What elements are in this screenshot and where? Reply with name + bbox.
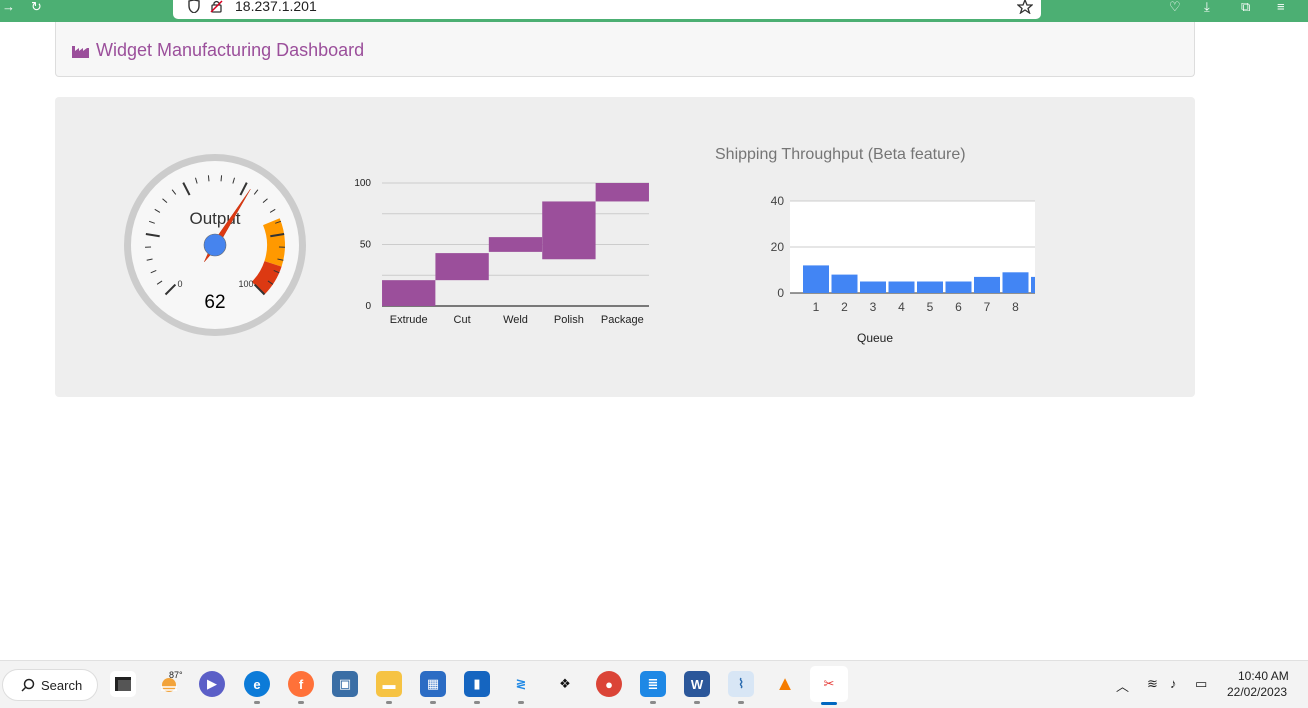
url-text[interactable]: 18.237.1.201: [235, 0, 317, 14]
y-tick-label: 20: [771, 240, 785, 254]
gauge-minor-tick: [220, 175, 223, 182]
throughput-bar: [888, 281, 915, 293]
throughput-bar: [917, 281, 943, 293]
remote-desktop-icon[interactable]: ▣: [332, 671, 358, 697]
taskbar-search[interactable]: Search: [2, 669, 98, 701]
volume-icon[interactable]: ♪: [1170, 676, 1177, 691]
teams-chat-icon[interactable]: ▶: [199, 671, 225, 697]
y-tick-label: 100: [354, 178, 371, 189]
waterfall-bar: [542, 201, 596, 260]
throughput-bar: [803, 265, 829, 293]
x-tick-label: 4: [898, 300, 905, 314]
waterfall-bar: [488, 237, 543, 252]
dashboard-header: Widget Manufacturing Dashboard: [55, 22, 1195, 77]
insecure-lock-icon[interactable]: [210, 0, 223, 13]
gauge-hub: [203, 233, 227, 257]
dropbox-icon[interactable]: ❖: [552, 671, 578, 697]
shield-icon[interactable]: [187, 0, 201, 13]
reload-icon[interactable]: ↻: [31, 0, 42, 14]
dashboard-panel: Output 0 100 62 0 50 100 Extrude Cut Weld Poli…: [55, 97, 1195, 397]
vscode-icon[interactable]: ≷: [508, 671, 534, 697]
running-indicator: [430, 701, 436, 704]
edge-icon[interactable]: e: [244, 671, 270, 697]
task-view-icon[interactable]: [110, 671, 136, 697]
running-indicator: [298, 701, 304, 704]
taskbar: Search 87° ▶ e f ▣ ▬ ▦ ▮ ≷ ❖ ● ≣ W ⌇ ▲ ✂…: [0, 660, 1308, 708]
snipping-tool-icon[interactable]: ✂: [810, 666, 848, 702]
word-icon[interactable]: W: [684, 671, 710, 697]
x-tick-label: 2: [841, 300, 848, 314]
show-hidden-icons-icon[interactable]: ︿: [1116, 676, 1129, 695]
clock-date[interactable]: 22/02/2023: [1227, 685, 1287, 699]
x-tick-label: 6: [955, 300, 962, 314]
shipping-throughput-chart: Shipping Throughput (Beta feature) 0 20 40…: [705, 141, 1035, 351]
waterfall-bar: [382, 280, 436, 306]
throughput-bar: [974, 276, 1000, 293]
chrome-icon[interactable]: ●: [596, 671, 622, 697]
throughput-bar: [831, 274, 858, 293]
x-tick-label: 5: [927, 300, 934, 314]
extensions-icon[interactable]: ⧉: [1241, 0, 1250, 14]
x-tick-label: Cut: [454, 314, 471, 326]
waterfall-bar: [595, 183, 649, 202]
address-bar[interactable]: 18.237.1.201: [173, 0, 1041, 19]
page-title[interactable]: Widget Manufacturing Dashboard: [96, 40, 364, 61]
notepad-icon[interactable]: ≣: [640, 671, 666, 697]
chart-title: Shipping Throughput (Beta feature): [715, 146, 966, 163]
x-axis-label: Queue: [857, 331, 893, 345]
waterfall-bar: [435, 253, 489, 281]
clock-time[interactable]: 10:40 AM: [1238, 669, 1289, 683]
gauge-minor-tick: [207, 175, 210, 182]
vlc-icon[interactable]: ▲: [772, 671, 798, 697]
x-tick-label: Polish: [554, 314, 584, 326]
factory-icon: [72, 45, 89, 58]
battery-icon[interactable]: ▭: [1195, 676, 1207, 692]
gauge-min-label: 0: [177, 279, 182, 289]
x-tick-label: 7: [984, 300, 991, 314]
search-label: Search: [41, 677, 83, 693]
gauge-value: 62: [204, 292, 225, 313]
running-indicator: [254, 701, 260, 704]
download-icon[interactable]: ⤓: [1204, 0, 1210, 14]
wifi-icon[interactable]: ≋: [1147, 676, 1158, 692]
running-indicator: [386, 701, 392, 704]
bookmark-star-icon[interactable]: [1017, 0, 1033, 14]
output-gauge: Output 0 100 62: [124, 154, 306, 336]
x-tick-label: Extrude: [390, 314, 428, 326]
running-indicator: [694, 701, 700, 704]
throughput-bar: [1002, 272, 1029, 293]
y-tick-label: 40: [771, 194, 785, 208]
y-tick-label: 50: [360, 240, 372, 251]
app-icon[interactable]: ▮: [464, 671, 490, 697]
throughput-bar: [860, 281, 886, 293]
y-tick-label: 0: [365, 301, 371, 312]
running-indicator: [650, 701, 656, 704]
active-app-indicator: [821, 702, 837, 705]
x-tick-label: Package: [601, 314, 644, 326]
menu-icon[interactable]: ≡: [1277, 0, 1285, 14]
running-indicator: [738, 701, 744, 704]
shipping-chart-svg: 02040123456789 Queue: [771, 194, 1035, 345]
pocket-icon[interactable]: ♡: [1169, 0, 1181, 14]
forward-icon[interactable]: →: [2, 0, 15, 14]
x-tick-label: 3: [870, 300, 877, 314]
running-indicator: [474, 701, 480, 704]
search-icon: [21, 678, 35, 692]
throughput-bar: [945, 281, 972, 293]
weather-temperature: 87°: [169, 670, 183, 680]
firefox-icon[interactable]: f: [288, 671, 314, 697]
browser-toolbar: → ↻ 18.237.1.201 ♡ ⤓ ⧉ ≡: [0, 0, 1308, 22]
running-indicator: [518, 701, 524, 704]
throughput-bar: [1031, 276, 1035, 293]
process-waterfall-chart: 0 50 100 Extrude Cut Weld Polish Package: [354, 178, 649, 326]
x-tick-label: 1: [813, 300, 820, 314]
microsoft-store-icon[interactable]: ▦: [420, 671, 446, 697]
gauge-max-label: 100: [238, 279, 253, 289]
x-tick-label: 8: [1012, 300, 1019, 314]
file-explorer-icon[interactable]: ▬: [376, 671, 402, 697]
performance-monitor-icon[interactable]: ⌇: [728, 671, 754, 697]
x-tick-label: Weld: [503, 314, 528, 326]
y-tick-label: 0: [777, 286, 784, 300]
